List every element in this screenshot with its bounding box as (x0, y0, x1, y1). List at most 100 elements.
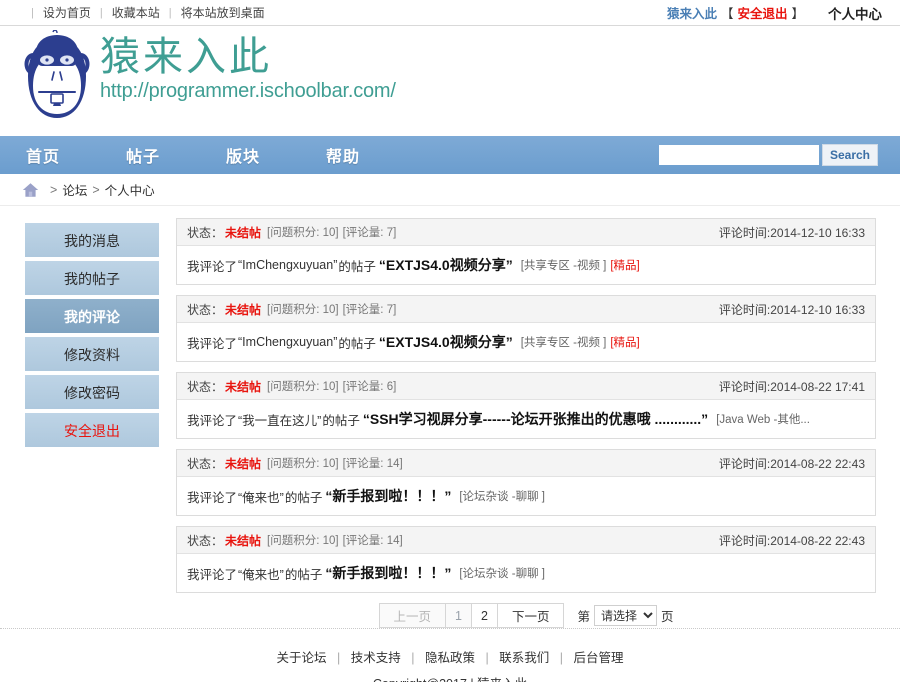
post-title[interactable]: “新手报到啦！！！” (325, 563, 451, 583)
comment-time: 评论时间:2014-08-22 22:43 (719, 455, 865, 472)
footer-link-support[interactable]: 技术支持 (351, 651, 401, 665)
comment-card[interactable]: 状态： 未结帖 [问题积分: 10] [评论量: 7] 评论时间:2014-12… (176, 218, 876, 285)
nav-item-sections[interactable]: 版块 (226, 143, 260, 167)
sidebar-item-change-password[interactable]: 修改密码 (24, 374, 160, 410)
search-area: Search (659, 144, 900, 166)
post-category[interactable]: [论坛杂谈 -聊聊 ] (459, 565, 545, 581)
post-title[interactable]: “EXTJS4.0视频分享” (379, 255, 513, 275)
topbar-separator-0: | (22, 7, 43, 19)
post-author[interactable]: “俺来也” (238, 487, 284, 506)
post-category[interactable]: [Java Web -其他... (716, 411, 810, 427)
comment-card-body: 我评论了 “我一直在这儿” 的帖子 “SSH学习视屏分享------论坛开张推出… (177, 400, 875, 438)
status-label: 状态： (187, 455, 223, 472)
question-score: [问题积分: 10] (267, 455, 339, 471)
add-to-desktop-link[interactable]: 将本站放到桌面 (181, 4, 265, 21)
comment-prefix: 我评论了 (187, 487, 237, 506)
status-label: 状态： (187, 301, 223, 318)
nav-item-help[interactable]: 帮助 (326, 143, 360, 167)
post-author[interactable]: “俺来也” (238, 564, 284, 583)
user-center-sidebar: 我的消息 我的帖子 我的评论 修改资料 修改密码 安全退出 (24, 218, 160, 606)
logo-band: 猿来入此 http://programmer.ischoolbar.com/ h… (0, 26, 900, 136)
footer-link-contact[interactable]: 联系我们 (499, 651, 549, 665)
current-username: 猿来入此 (667, 3, 717, 22)
breadcrumb: > 论坛 > 个人中心 (0, 174, 900, 206)
comment-prefix: 我评论了 (187, 410, 237, 429)
bookmark-site-link[interactable]: 收藏本站 (112, 4, 160, 21)
sidebar-item-messages[interactable]: 我的消息 (24, 222, 160, 258)
post-badge: [精品] (610, 257, 639, 273)
sidebar-item-edit-profile[interactable]: 修改资料 (24, 336, 160, 372)
question-score: [问题积分: 10] (267, 224, 339, 240)
sidebar-item-comments[interactable]: 我的评论 (24, 298, 160, 334)
top-utility-bar: | 设为首页 | 收藏本站 | 将本站放到桌面 猿来入此 【 安全退出 】 个人… (0, 0, 900, 26)
topbar-links: | 设为首页 | 收藏本站 | 将本站放到桌面 (22, 4, 265, 21)
pagination-jump: 第 请选择 1 2 页 (577, 605, 673, 626)
home-icon[interactable] (22, 182, 39, 198)
comment-mid: 的帖子 (338, 256, 376, 275)
sidebar-item-logout[interactable]: 安全退出 (24, 412, 160, 448)
status-badge: 未结帖 (225, 378, 261, 395)
comment-card[interactable]: 状态： 未结帖 [问题积分: 10] [评论量: 6] 评论时间:2014-08… (176, 372, 876, 439)
pagination-page-1[interactable]: 1 (445, 603, 472, 628)
search-button[interactable]: Search (822, 144, 878, 166)
set-homepage-link[interactable]: 设为首页 (43, 4, 91, 21)
comment-card-body: 我评论了 “ImChengxuyuan” 的帖子 “EXTJS4.0视频分享” … (177, 246, 875, 284)
footer-links: 关于论坛 | 技术支持 | 隐私政策 | 联系我们 | 后台管理 (0, 647, 900, 666)
comment-card[interactable]: 状态： 未结帖 [问题积分: 10] [评论量: 14] 评论时间:2014-0… (176, 526, 876, 593)
user-center-link[interactable]: 个人中心 (828, 3, 882, 23)
post-author[interactable]: “我一直在这儿” (238, 410, 321, 429)
bracket-close: 】 (791, 3, 804, 22)
nav-item-home[interactable]: 首页 (26, 143, 60, 167)
comment-card-header: 状态： 未结帖 [问题积分: 10] [评论量: 7] 评论时间:2014-12… (177, 219, 875, 246)
footer-separator-3: | (553, 651, 570, 665)
breadcrumb-separator-0: > (50, 183, 57, 197)
breadcrumb-item-forum[interactable]: 论坛 (62, 180, 87, 199)
main-area: 我的消息 我的帖子 我的评论 修改资料 修改密码 安全退出 状态： 未结帖 [问… (0, 206, 900, 606)
footer-separator-1: | (404, 651, 421, 665)
comment-count: [评论量: 14] (343, 532, 403, 548)
comment-mid: 的帖子 (285, 564, 323, 583)
comment-prefix: 我评论了 (187, 333, 237, 352)
comment-time: 评论时间:2014-12-10 16:33 (719, 301, 865, 318)
jump-prefix-label: 第 (577, 606, 590, 625)
search-input[interactable] (659, 145, 819, 165)
sidebar-item-posts[interactable]: 我的帖子 (24, 260, 160, 296)
post-category[interactable]: [论坛杂谈 -聊聊 ] (459, 488, 545, 504)
comment-card[interactable]: 状态： 未结帖 [问题积分: 10] [评论量: 7] 评论时间:2014-12… (176, 295, 876, 362)
post-title[interactable]: “EXTJS4.0视频分享” (379, 332, 513, 352)
post-title[interactable]: “新手报到啦！！！” (325, 486, 451, 506)
footer-link-privacy[interactable]: 隐私政策 (425, 651, 475, 665)
logout-link[interactable]: 安全退出 (737, 3, 787, 22)
post-author[interactable]: “ImChengxuyuan” (238, 258, 337, 272)
comment-card-header: 状态： 未结帖 [问题积分: 10] [评论量: 14] 评论时间:2014-0… (177, 527, 875, 554)
comment-card-body: 我评论了 “俺来也” 的帖子 “新手报到啦！！！” [论坛杂谈 -聊聊 ] (177, 554, 875, 592)
comment-time: 评论时间:2014-08-22 17:41 (719, 378, 865, 395)
pagination: 上一页 1 2 下一页 第 请选择 1 2 页 (176, 603, 876, 628)
site-footer: 关于论坛 | 技术支持 | 隐私政策 | 联系我们 | 后台管理 Copyrig… (0, 629, 900, 682)
comment-prefix: 我评论了 (187, 564, 237, 583)
comment-mid: 的帖子 (285, 487, 323, 506)
post-author[interactable]: “ImChengxuyuan” (238, 335, 337, 349)
status-label: 状态： (187, 378, 223, 395)
footer-link-about[interactable]: 关于论坛 (277, 651, 327, 665)
pagination-prev[interactable]: 上一页 (379, 603, 447, 628)
pagination-next[interactable]: 下一页 (497, 603, 565, 628)
question-score: [问题积分: 10] (267, 378, 339, 394)
post-category[interactable]: [共享专区 -视频 ] (521, 334, 607, 350)
footer-link-admin[interactable]: 后台管理 (573, 651, 623, 665)
breadcrumb-separator-1: > (92, 183, 99, 197)
comments-list: 状态： 未结帖 [问题积分: 10] [评论量: 7] 评论时间:2014-12… (160, 218, 876, 606)
comment-card-header: 状态： 未结帖 [问题积分: 10] [评论量: 14] 评论时间:2014-0… (177, 450, 875, 477)
nav-item-posts[interactable]: 帖子 (126, 143, 160, 167)
topbar-account-area: 猿来入此 【 安全退出 】 个人中心 (667, 3, 882, 23)
page-jump-select[interactable]: 请选择 1 2 (594, 605, 657, 626)
copyright-text: Copyright@2017 | 猿来入此 (0, 673, 900, 682)
comment-count: [评论量: 14] (343, 455, 403, 471)
comment-card-header: 状态： 未结帖 [问题积分: 10] [评论量: 6] 评论时间:2014-08… (177, 373, 875, 400)
comment-card[interactable]: 状态： 未结帖 [问题积分: 10] [评论量: 14] 评论时间:2014-0… (176, 449, 876, 516)
pagination-page-2[interactable]: 2 (471, 603, 498, 628)
site-logo[interactable]: 猿来入此 http://programmer.ischoolbar.com/ (24, 30, 396, 126)
post-title[interactable]: “SSH学习视屏分享------论坛开张推出的优惠哦 ............” (363, 409, 708, 429)
comment-count: [评论量: 7] (343, 224, 397, 240)
post-category[interactable]: [共享专区 -视频 ] (521, 257, 607, 273)
